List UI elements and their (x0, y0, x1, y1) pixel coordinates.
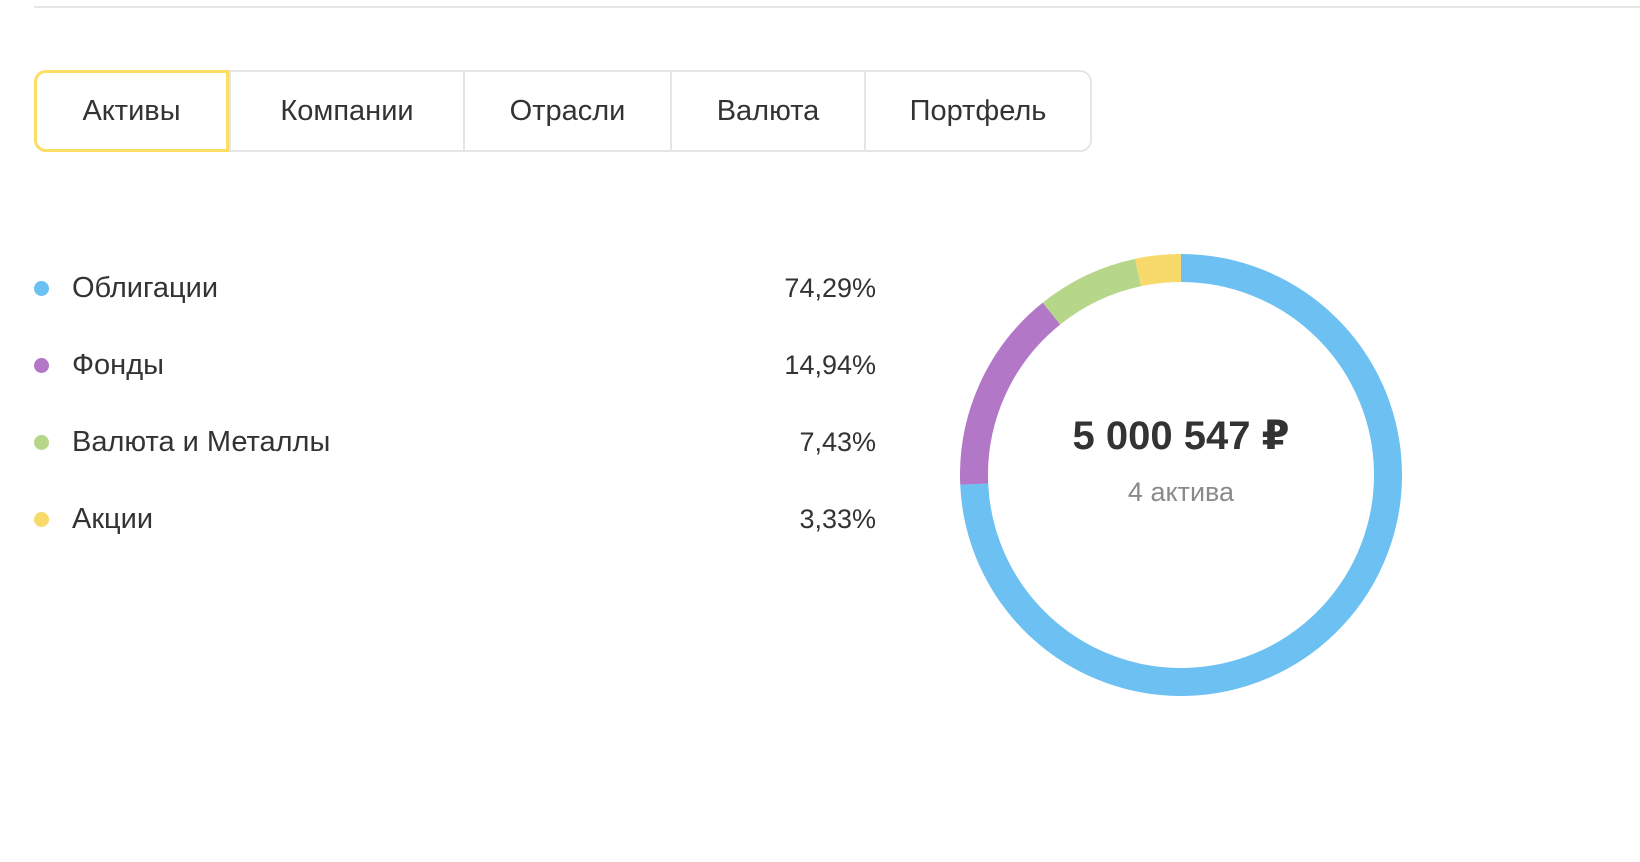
legend-item-stocks: Акции 3,33% (34, 481, 876, 558)
legend-dot-currency-metals (34, 435, 49, 450)
tab-assets[interactable]: Активы (34, 70, 229, 152)
legend-value: 3,33% (799, 504, 876, 534)
allocation-donut-chart: 5 000 547 ₽ 4 актива (960, 254, 1402, 696)
legend-dot-stocks (34, 512, 49, 527)
legend-label: Облигации (72, 272, 219, 304)
top-divider (34, 6, 1640, 8)
legend-label: Акции (72, 503, 154, 535)
tab-bar: Активы Компании Отрасли Валюта Портфель (34, 70, 1092, 152)
allocation-legend: Облигации 74,29% Фонды 14,94% Валюта и М… (34, 250, 876, 558)
tab-industries[interactable]: Отрасли (463, 72, 670, 150)
tab-companies[interactable]: Компании (229, 72, 463, 150)
legend-label: Валюта и Металлы (72, 426, 331, 458)
legend-dot-funds (34, 358, 49, 373)
portfolio-total-value: 5 000 547 ₽ (1072, 413, 1290, 458)
donut-center: 5 000 547 ₽ 4 актива (960, 254, 1402, 696)
legend-item-funds: Фонды 14,94% (34, 327, 876, 404)
legend-item-bonds: Облигации 74,29% (34, 250, 876, 327)
legend-value: 74,29% (784, 273, 876, 303)
asset-count: 4 актива (1127, 476, 1235, 507)
tab-portfolio[interactable]: Портфель (864, 72, 1090, 150)
legend-label: Фонды (72, 349, 164, 381)
tab-currency[interactable]: Валюта (670, 72, 864, 150)
legend-item-currency-metals: Валюта и Металлы 7,43% (34, 404, 876, 481)
legend-dot-bonds (34, 281, 49, 296)
legend-value: 7,43% (799, 427, 876, 457)
legend-value: 14,94% (784, 350, 876, 380)
